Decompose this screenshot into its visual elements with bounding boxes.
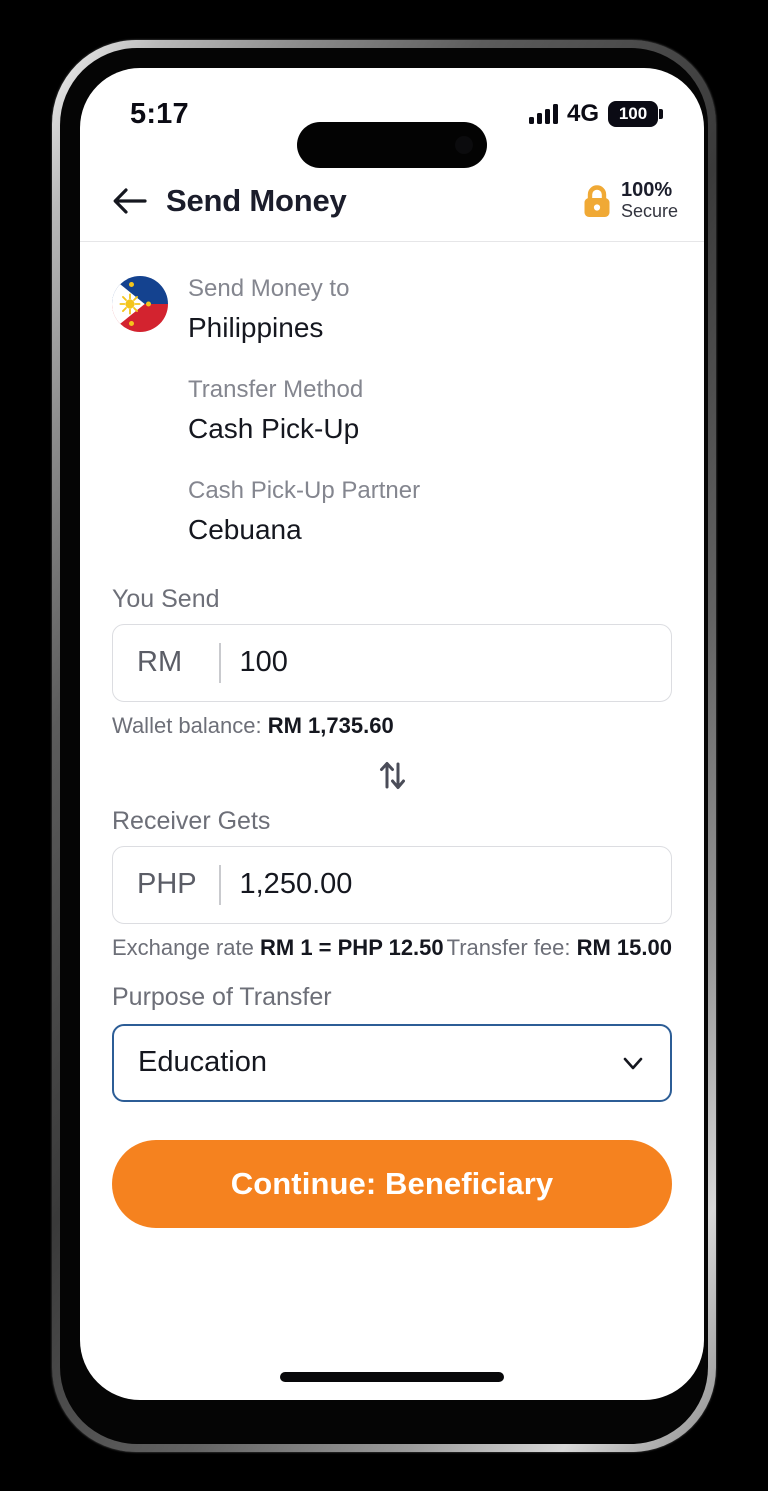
- page-title: Send Money: [166, 182, 347, 218]
- exchange-rate-group: Exchange rate RM 1 = PHP 12.50: [112, 935, 444, 961]
- back-arrow-icon: [113, 187, 147, 214]
- receiver-gets-currency: PHP: [137, 868, 197, 901]
- receiver-gets-amount[interactable]: 1,250.00: [240, 868, 353, 901]
- phone-frame: 5:17 4G 100 Send Money 100% Secure Send …: [52, 40, 716, 1452]
- you-send-input-wrapper[interactable]: RM 100: [112, 623, 672, 702]
- rate-and-fee-row: Exchange rate RM 1 = PHP 12.50 Transfer …: [112, 935, 672, 961]
- transfer-method-group: Transfer Method Cash Pick-Up: [188, 373, 420, 448]
- swap-direction-row: [112, 757, 672, 793]
- partner-value: Cebuana: [188, 513, 302, 545]
- exchange-rate-value: RM 1 = PHP 12.50: [260, 934, 444, 960]
- transfer-form: You Send RM 100 Wallet balance: RM 1,735…: [80, 585, 704, 1228]
- screenshot-stage: 5:17 4G 100 Send Money 100% Secure Send …: [0, 0, 768, 1491]
- continue-beneficiary-button[interactable]: Continue: Beneficiary: [112, 1139, 672, 1228]
- transfer-fee-label: Transfer fee:: [446, 934, 571, 960]
- flag-star-icon: [129, 321, 134, 326]
- transfer-fee-value: RM 15.00: [576, 934, 672, 960]
- purpose-of-transfer-select[interactable]: Education: [112, 1023, 672, 1102]
- wallet-balance-row: Wallet balance: RM 1,735.60: [112, 713, 672, 739]
- transfer-method-label: Transfer Method: [188, 375, 364, 403]
- purpose-of-transfer-label: Purpose of Transfer: [112, 982, 332, 1011]
- secure-badge: 100% Secure: [581, 178, 678, 221]
- secure-label: Secure: [620, 200, 678, 221]
- currency-divider: [219, 642, 221, 683]
- purpose-selected-value: Education: [138, 1046, 267, 1079]
- main-content: Send Money to Philippines Transfer Metho…: [80, 242, 704, 1228]
- destination-country: Philippines: [188, 311, 324, 343]
- send-money-to-label: Send Money to: [188, 275, 350, 302]
- signal-bars-icon: [528, 104, 558, 124]
- transfer-method-value: Cash Pick-Up: [188, 412, 360, 444]
- you-send-label: You Send: [112, 584, 220, 613]
- lock-icon: [584, 184, 610, 217]
- chevron-down-icon: [623, 1057, 643, 1070]
- partner-group: Cash Pick-Up Partner Cebuana: [188, 474, 420, 549]
- partner-label: Cash Pick-Up Partner: [188, 476, 421, 504]
- flag-sun-icon: [119, 293, 141, 315]
- swap-vertical-arrows-icon[interactable]: [374, 757, 410, 793]
- you-send-currency: RM: [137, 646, 183, 679]
- receiver-gets-input-wrapper[interactable]: PHP 1,250.00: [112, 845, 672, 924]
- status-indicators: 4G 100: [528, 100, 658, 128]
- flag-star-icon: [129, 282, 134, 287]
- battery-full-icon: 100: [608, 101, 658, 127]
- currency-divider: [219, 864, 221, 905]
- network-type-label: 4G: [566, 100, 599, 127]
- wallet-balance-value: RM 1,735.60: [267, 712, 394, 738]
- phone-bezel: 5:17 4G 100 Send Money 100% Secure Send …: [60, 48, 708, 1444]
- front-camera-icon: [455, 136, 473, 154]
- phone-screen: 5:17 4G 100 Send Money 100% Secure Send …: [80, 68, 704, 1400]
- wallet-balance-label: Wallet balance:: [112, 712, 262, 738]
- receiver-gets-label: Receiver Gets: [112, 806, 271, 835]
- transfer-fee-group: Transfer fee: RM 15.00: [447, 935, 672, 961]
- exchange-rate-label: Exchange rate: [112, 934, 254, 960]
- home-indicator[interactable]: [280, 1372, 504, 1382]
- philippines-flag-icon: [112, 276, 168, 332]
- status-time: 5:17: [130, 97, 189, 130]
- dynamic-island: [297, 122, 487, 168]
- back-button[interactable]: [110, 181, 150, 221]
- secure-percent: 100%: [620, 178, 673, 201]
- app-header: Send Money 100% Secure: [80, 160, 704, 242]
- you-send-amount[interactable]: 100: [240, 646, 288, 679]
- destination-details: Send Money to Philippines Transfer Metho…: [188, 270, 420, 549]
- destination-summary: Send Money to Philippines Transfer Metho…: [80, 242, 704, 549]
- flag-star-icon: [146, 301, 151, 307]
- secure-text: 100% Secure: [620, 178, 678, 221]
